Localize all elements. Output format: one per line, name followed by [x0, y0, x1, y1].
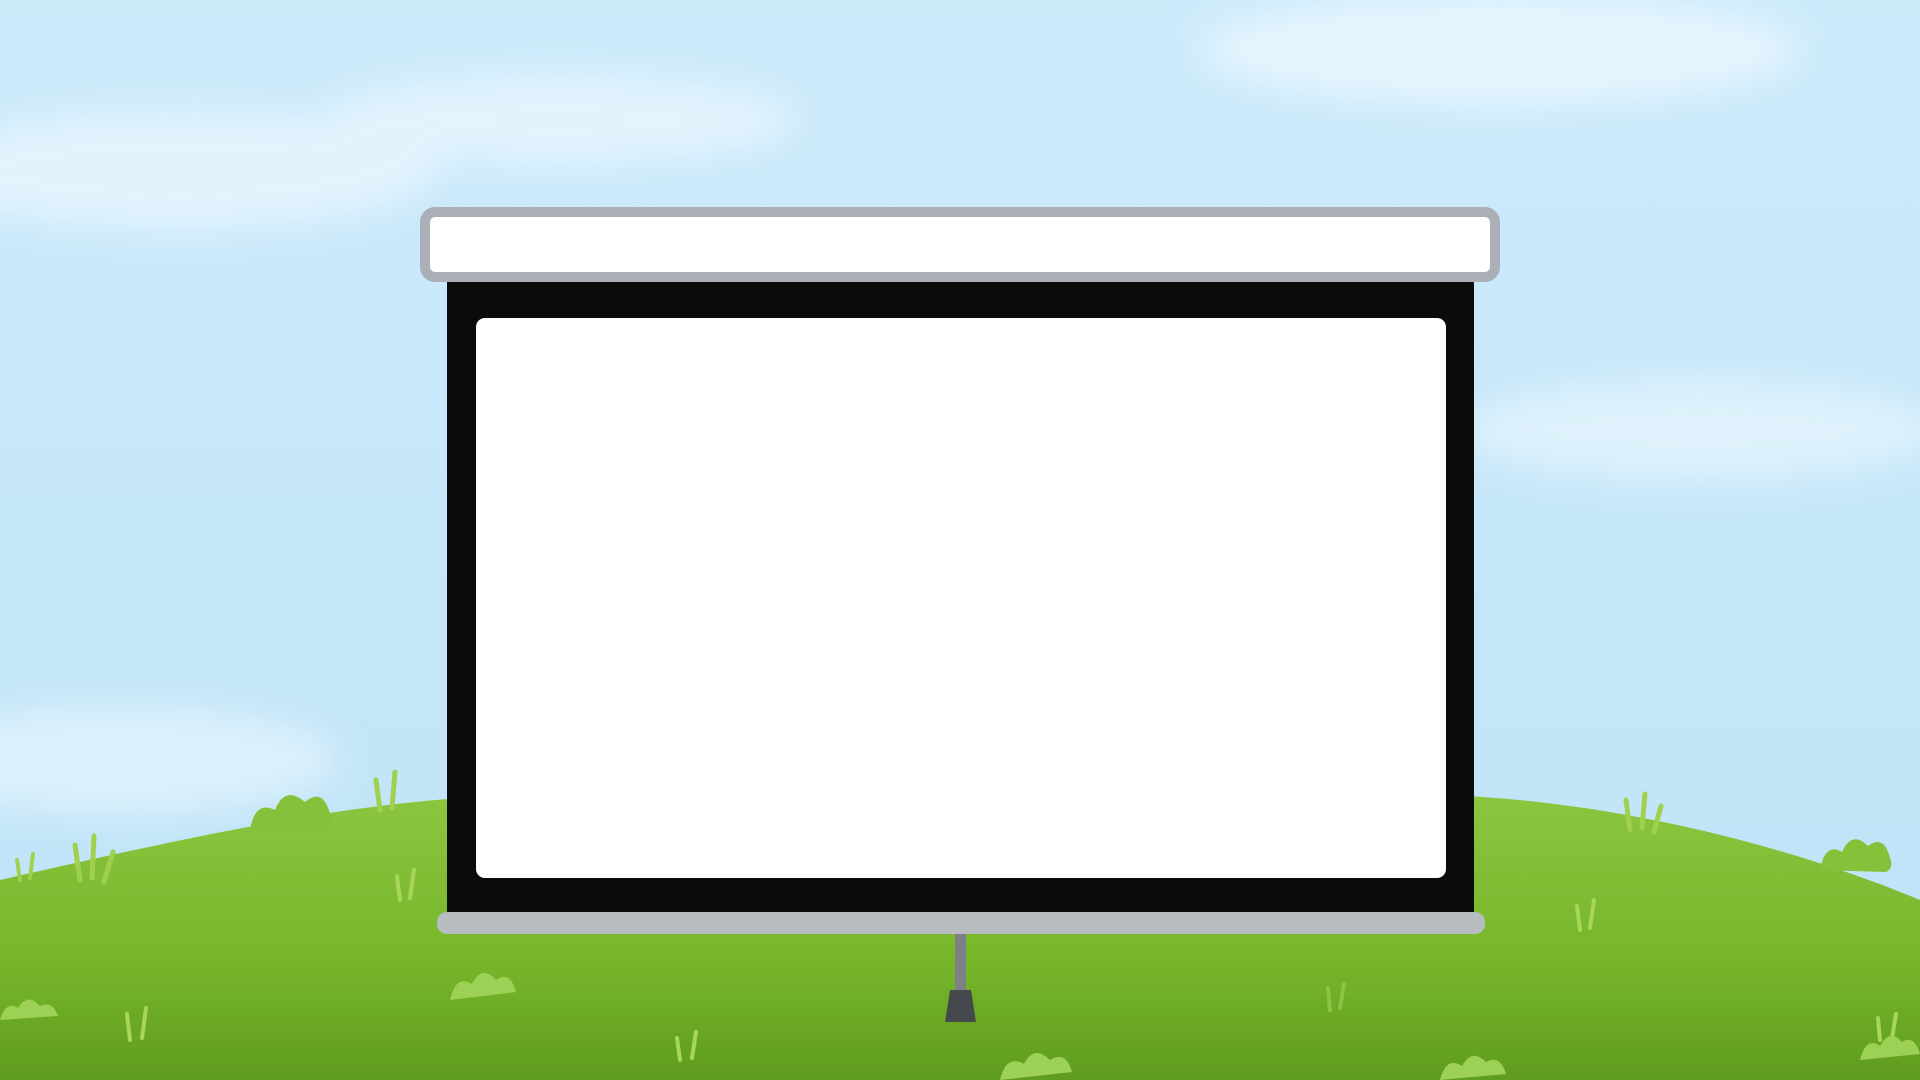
scene-illustration: [0, 0, 1920, 1080]
cloud: [1460, 380, 1920, 480]
screen-roller-icon: [420, 207, 1500, 282]
screen-bottom-bar: [437, 912, 1485, 934]
cloud: [320, 75, 800, 165]
stand-pole: [955, 934, 966, 992]
projector-screen-scene: [0, 0, 1920, 1080]
cloud: [1200, 0, 1800, 105]
projector-screen-icon: [420, 207, 1500, 1022]
stand-foot: [945, 990, 976, 1022]
screen-surface: [476, 318, 1446, 878]
